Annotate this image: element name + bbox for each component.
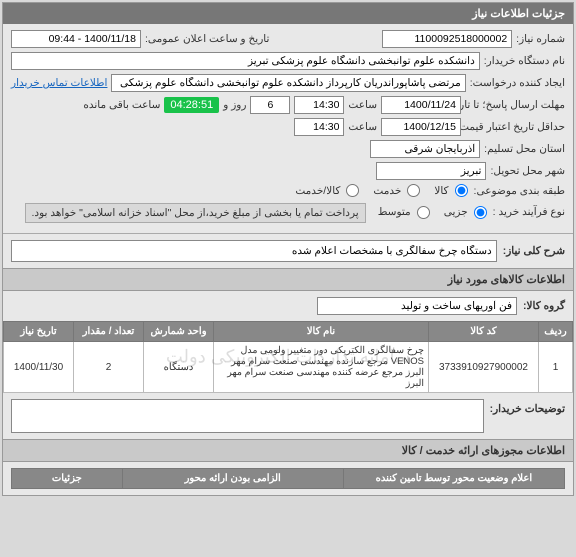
- min-credit-time-input[interactable]: [294, 118, 344, 136]
- cat-goods-radio[interactable]: [455, 184, 468, 197]
- cell-code: 3733910927900002: [429, 342, 539, 393]
- group-input[interactable]: [317, 297, 517, 315]
- cat-goods-label: کالا: [434, 185, 448, 197]
- cell-date: 1400/11/30: [4, 342, 74, 393]
- bt-minor-radio[interactable]: [474, 206, 487, 219]
- countdown-timer: 04:28:51: [164, 97, 219, 113]
- col-unit: واحد شمارش: [144, 322, 214, 342]
- licenses-header-row: اعلام وضعیت محور توسط تامین کننده الزامی…: [12, 469, 565, 489]
- licenses-table: اعلام وضعیت محور توسط تامین کننده الزامی…: [11, 468, 565, 489]
- table-header-row: ردیف کد کالا نام کالا واحد شمارش تعداد /…: [4, 322, 573, 342]
- time-label-1: ساعت: [348, 99, 377, 111]
- deadline-answer-label: مهلت ارسال پاسخ؛ تا تاریخ:: [465, 99, 565, 111]
- buyer-input[interactable]: [11, 52, 480, 70]
- days-input[interactable]: [250, 96, 290, 114]
- need-details-panel: جزئیات اطلاعات نیاز شماره نیاز: تاریخ و …: [2, 2, 574, 496]
- cat-service-radio[interactable]: [407, 184, 420, 197]
- bt-medium-label: متوسط: [378, 206, 411, 218]
- licenses-section-title: اطلاعات مجوزهای ارائه خدمت / کالا: [3, 439, 573, 462]
- cell-unit: دستگاه: [144, 342, 214, 393]
- table-row[interactable]: 1 3733910927900002 چرخ سفالگری الکتریکی …: [4, 342, 573, 393]
- creator-label: ایجاد کننده درخواست:: [470, 77, 565, 89]
- buyer-notes-textarea[interactable]: [11, 399, 484, 433]
- province-input[interactable]: [370, 140, 480, 158]
- city-input[interactable]: [376, 162, 486, 180]
- cell-idx: 1: [539, 342, 573, 393]
- need-no-label: شماره نیاز:: [516, 33, 565, 45]
- deadline-time-input[interactable]: [294, 96, 344, 114]
- col-qty: تعداد / مقدار: [74, 322, 144, 342]
- col-row: ردیف: [539, 322, 573, 342]
- buyer-label: نام دستگاه خریدار:: [484, 55, 565, 67]
- announce-label: تاریخ و ساعت اعلان عمومی:: [145, 33, 269, 45]
- col-status: اعلام وضعیت محور توسط تامین کننده: [343, 469, 564, 489]
- buy-type-label: نوع فرآیند خرید :: [493, 206, 565, 218]
- province-label: استان محل تسليم:: [484, 143, 565, 155]
- city-label: شهر محل تحویل:: [490, 165, 565, 177]
- cat-service-label: خدمت: [373, 185, 401, 197]
- bt-medium-radio[interactable]: [417, 206, 430, 219]
- col-mandatory: الزامی بودن ارائه محور: [122, 469, 343, 489]
- cat-goods-service-label: کالا/خدمت: [295, 185, 340, 197]
- time-label-2: ساعت: [348, 121, 377, 133]
- cell-name: چرخ سفالگری الکتریکی دور متغییر ولومی مد…: [214, 342, 429, 393]
- announce-input[interactable]: [11, 30, 141, 48]
- form-area: شماره نیاز: تاریخ و ساعت اعلان عمومی: نا…: [3, 24, 573, 233]
- group-label: گروه کالا:: [523, 300, 565, 312]
- col-code: کد کالا: [429, 322, 539, 342]
- items-table-wrap: سامانه تدارکات الکترونیکی دولت ردیف کد ک…: [3, 321, 573, 393]
- days-label: روز و: [223, 99, 246, 111]
- desc-label: شرح کلی نیاز:: [503, 245, 565, 257]
- creator-input[interactable]: [111, 74, 465, 92]
- buy-type-note: پرداخت تمام یا بخشی از مبلغ خرید،از محل …: [25, 203, 366, 223]
- items-table: ردیف کد کالا نام کالا واحد شمارش تعداد /…: [3, 321, 573, 393]
- col-details: جزئیات: [12, 469, 123, 489]
- buyer-contact-link[interactable]: اطلاعات تماس خریدار: [11, 77, 107, 89]
- col-name: نام کالا: [214, 322, 429, 342]
- category-label: طبقه بندی موضوعی:: [474, 185, 565, 197]
- cell-qty: 2: [74, 342, 144, 393]
- col-date: تاریخ نیاز: [4, 322, 74, 342]
- min-credit-label: حداقل تاریخ اعتبار قیمت؛ تا تاریخ:: [465, 121, 565, 133]
- desc-input[interactable]: [11, 240, 497, 262]
- remain-label: ساعت باقی مانده: [83, 99, 160, 111]
- min-credit-date-input[interactable]: [381, 118, 461, 136]
- panel-title: جزئیات اطلاعات نیاز: [3, 3, 573, 24]
- bt-minor-label: جزیی: [444, 206, 468, 218]
- need-no-input[interactable]: [382, 30, 512, 48]
- buyer-notes-label: توضیحات خریدار:: [490, 399, 565, 415]
- deadline-date-input[interactable]: [381, 96, 461, 114]
- items-section-title: اطلاعات کالاهای مورد نیاز: [3, 268, 573, 291]
- cat-goods-service-radio[interactable]: [346, 184, 359, 197]
